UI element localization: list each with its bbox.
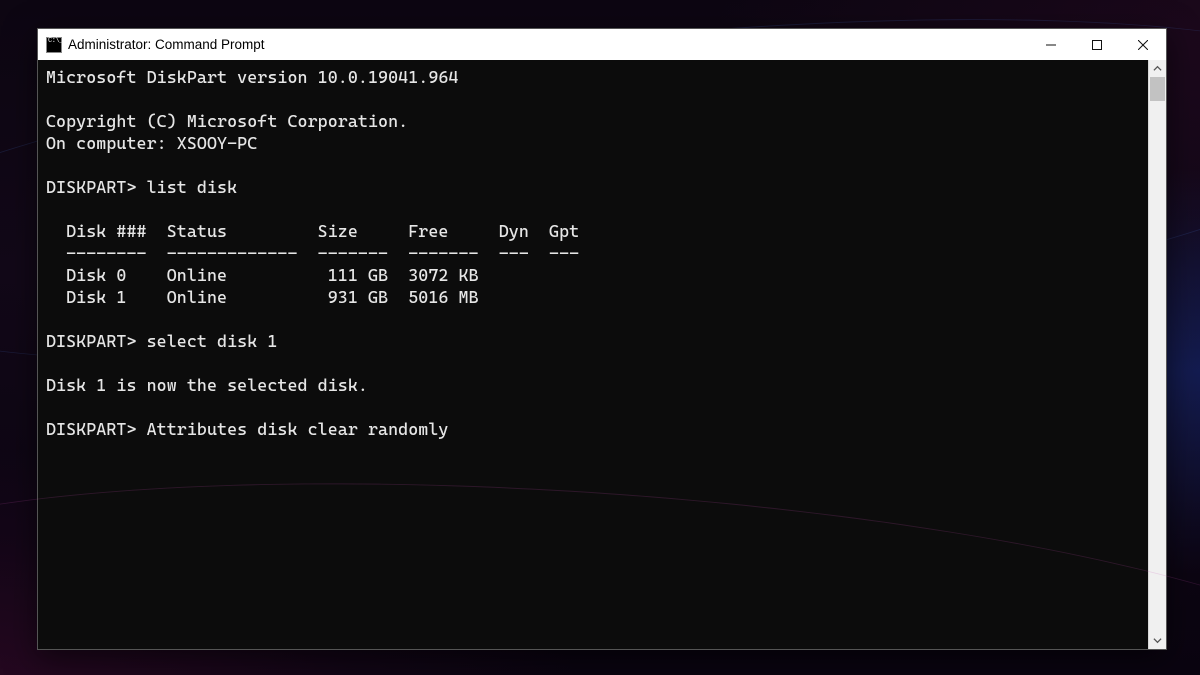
window-title: Administrator: Command Prompt bbox=[68, 37, 265, 52]
minimize-icon bbox=[1046, 40, 1056, 50]
minimize-button[interactable] bbox=[1028, 29, 1074, 60]
scroll-down-button[interactable] bbox=[1149, 632, 1166, 649]
terminal-line: DISKPART> select disk 1 bbox=[46, 331, 277, 351]
chevron-up-icon bbox=[1153, 64, 1162, 73]
cmd-icon bbox=[46, 37, 62, 53]
desktop-background: Administrator: Command Prompt Micro bbox=[0, 0, 1200, 675]
titlebar[interactable]: Administrator: Command Prompt bbox=[38, 29, 1166, 60]
terminal-line: DISKPART> list disk bbox=[46, 177, 237, 197]
terminal-line: Disk 0 Online 111 GB 3072 KB bbox=[46, 265, 479, 285]
scroll-track[interactable] bbox=[1149, 77, 1166, 632]
maximize-icon bbox=[1092, 40, 1102, 50]
scroll-up-button[interactable] bbox=[1149, 60, 1166, 77]
terminal-line: Copyright (C) Microsoft Corporation. bbox=[46, 111, 408, 131]
terminal-line: Disk 1 is now the selected disk. bbox=[46, 375, 368, 395]
scroll-thumb[interactable] bbox=[1150, 77, 1165, 101]
chevron-down-icon bbox=[1153, 636, 1162, 645]
terminal-line: On computer: XSOOY-PC bbox=[46, 133, 257, 153]
client-area: Microsoft DiskPart version 10.0.19041.96… bbox=[38, 60, 1166, 649]
terminal-line: Microsoft DiskPart version 10.0.19041.96… bbox=[46, 67, 459, 87]
maximize-button[interactable] bbox=[1074, 29, 1120, 60]
close-icon bbox=[1138, 40, 1148, 50]
terminal-line: Disk ### Status Size Free Dyn Gpt bbox=[46, 221, 579, 241]
command-prompt-window: Administrator: Command Prompt Micro bbox=[37, 28, 1167, 650]
terminal-line: -------- ------------- ------- ------- -… bbox=[46, 243, 579, 263]
terminal-line: DISKPART> Attributes disk clear randomly bbox=[46, 419, 448, 439]
terminal-line: Disk 1 Online 931 GB 5016 MB bbox=[46, 287, 479, 307]
close-button[interactable] bbox=[1120, 29, 1166, 60]
vertical-scrollbar[interactable] bbox=[1148, 60, 1166, 649]
terminal-output[interactable]: Microsoft DiskPart version 10.0.19041.96… bbox=[38, 60, 1148, 649]
